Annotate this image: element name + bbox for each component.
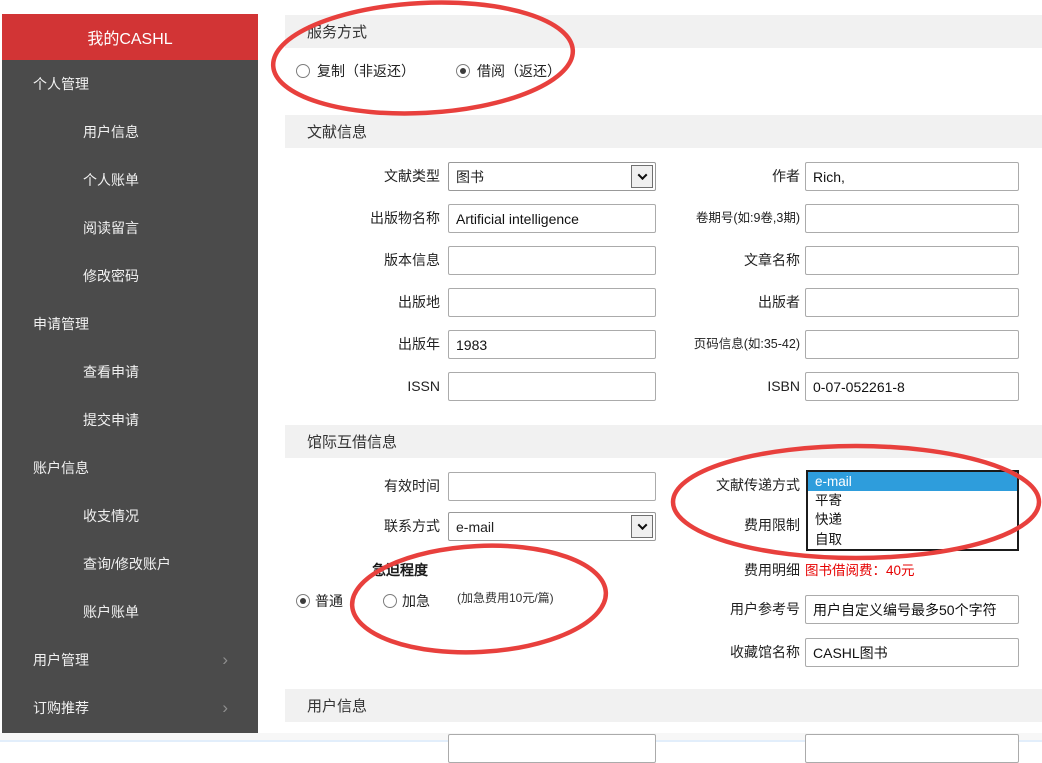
contact-method-label: 联系方式: [270, 512, 440, 541]
delivery-option-email[interactable]: e-mail: [808, 472, 1017, 491]
delivery-option-regular-mail[interactable]: 平寄: [808, 491, 1017, 510]
article-title-label: 文章名称: [630, 246, 800, 275]
section-header-service-type: 服务方式: [285, 15, 1042, 48]
valid-time-label: 有效时间: [270, 472, 440, 501]
doc-type-select[interactable]: 图书: [448, 162, 656, 191]
user-ref-input[interactable]: [805, 595, 1019, 624]
radio-urgency-rush[interactable]: [383, 594, 397, 608]
holding-library-label: 收藏馆名称: [630, 638, 800, 667]
section-header-document-info: 文献信息: [285, 115, 1042, 148]
sidebar-item-change-password[interactable]: 修改密码: [2, 252, 258, 300]
chevron-right-icon: ›: [222, 651, 228, 668]
sidebar-item-account-bill[interactable]: 账户账单: [2, 588, 258, 636]
author-input[interactable]: [805, 162, 1019, 191]
holding-library-input[interactable]: [805, 638, 1019, 667]
radio-urgency-rush-label[interactable]: 加急: [402, 593, 430, 609]
page-info-label: 页码信息(如:35-42): [630, 330, 800, 359]
sidebar-item-user-info[interactable]: 用户信息: [2, 108, 258, 156]
sidebar-menu: 个人管理 用户信息 个人账单 阅读留言 修改密码 申请管理 查看申请 提交申请 …: [2, 60, 258, 732]
radio-copy-nonreturn[interactable]: [296, 64, 310, 78]
issn-label: ISSN: [270, 372, 440, 401]
publish-place-input[interactable]: [448, 288, 656, 317]
edition-info-input[interactable]: [448, 246, 656, 275]
article-title-input[interactable]: [805, 246, 1019, 275]
issn-input[interactable]: [448, 372, 656, 401]
publish-year-label: 出版年: [270, 330, 440, 359]
sidebar-item-request-mgmt[interactable]: 申请管理: [2, 300, 258, 348]
user-info-field-right[interactable]: [805, 734, 1019, 763]
chevron-right-icon: ›: [222, 699, 228, 716]
volume-issue-input[interactable]: [805, 204, 1019, 233]
sidebar-item-read-messages[interactable]: 阅读留言: [2, 204, 258, 252]
author-label: 作者: [630, 162, 800, 191]
isbn-label: ISBN: [630, 372, 800, 401]
publish-year-input[interactable]: [448, 330, 656, 359]
sidebar: 我的CASHL 个人管理 用户信息 个人账单 阅读留言 修改密码 申请管理 查看…: [2, 14, 258, 733]
user-info-field-left[interactable]: [448, 734, 656, 763]
publication-name-input[interactable]: [448, 204, 656, 233]
publish-place-label: 出版地: [270, 288, 440, 317]
sidebar-item-personal-mgmt[interactable]: 个人管理: [2, 60, 258, 108]
cashl-ill-request-page: { "sidebar": { "header": "我的CASHL", "ite…: [0, 0, 1042, 742]
fee-detail-label: 费用明细: [630, 556, 800, 585]
delivery-method-label: 文献传递方式: [630, 471, 800, 500]
publisher-label: 出版者: [630, 288, 800, 317]
volume-issue-label: 卷期号(如:9卷,3期): [630, 204, 800, 233]
rush-fee-note: (加急费用10元/篇): [457, 589, 554, 606]
section-header-user-info: 用户信息: [285, 689, 1042, 722]
radio-urgency-normal-label[interactable]: 普通: [315, 593, 343, 609]
urgency-label: 急迫程度: [372, 560, 428, 580]
sidebar-item-query-modify-account[interactable]: 查询/修改账户: [2, 540, 258, 588]
sidebar-item-personal-bill[interactable]: 个人账单: [2, 156, 258, 204]
sidebar-item-account-info[interactable]: 账户信息: [2, 444, 258, 492]
contact-method-select[interactable]: e-mail: [448, 512, 656, 541]
delivery-method-listbox[interactable]: e-mail 平寄 快递 自取: [806, 470, 1019, 551]
delivery-option-pickup[interactable]: 自取: [808, 530, 1017, 549]
radio-copy-nonreturn-label[interactable]: 复制（非返还）: [317, 63, 415, 79]
section-header-ill-info: 馆际互借信息: [285, 425, 1042, 458]
fee-limit-label: 费用限制: [630, 511, 800, 540]
edition-info-label: 版本信息: [270, 246, 440, 275]
radio-loan-return-label[interactable]: 借阅（返还）: [477, 63, 561, 79]
radio-loan-return[interactable]: [456, 64, 470, 78]
fee-detail-value: 图书借阅费：40元: [805, 556, 915, 585]
publication-name-label: 出版物名称: [270, 204, 440, 233]
sidebar-title: 我的CASHL: [2, 14, 258, 60]
sidebar-item-income-expense[interactable]: 收支情况: [2, 492, 258, 540]
radio-urgency-normal[interactable]: [296, 594, 310, 608]
doc-type-label: 文献类型: [270, 162, 440, 191]
sidebar-item-submit-request[interactable]: 提交申请: [2, 396, 258, 444]
isbn-input[interactable]: [805, 372, 1019, 401]
sidebar-item-view-requests[interactable]: 查看申请: [2, 348, 258, 396]
sidebar-item-user-mgmt[interactable]: 用户管理›: [2, 636, 258, 684]
user-ref-label: 用户参考号: [630, 595, 800, 624]
publisher-input[interactable]: [805, 288, 1019, 317]
valid-time-input[interactable]: [448, 472, 656, 501]
page-info-input[interactable]: [805, 330, 1019, 359]
delivery-option-express[interactable]: 快递: [808, 510, 1017, 529]
sidebar-item-purchase-recommend[interactable]: 订购推荐›: [2, 684, 258, 732]
